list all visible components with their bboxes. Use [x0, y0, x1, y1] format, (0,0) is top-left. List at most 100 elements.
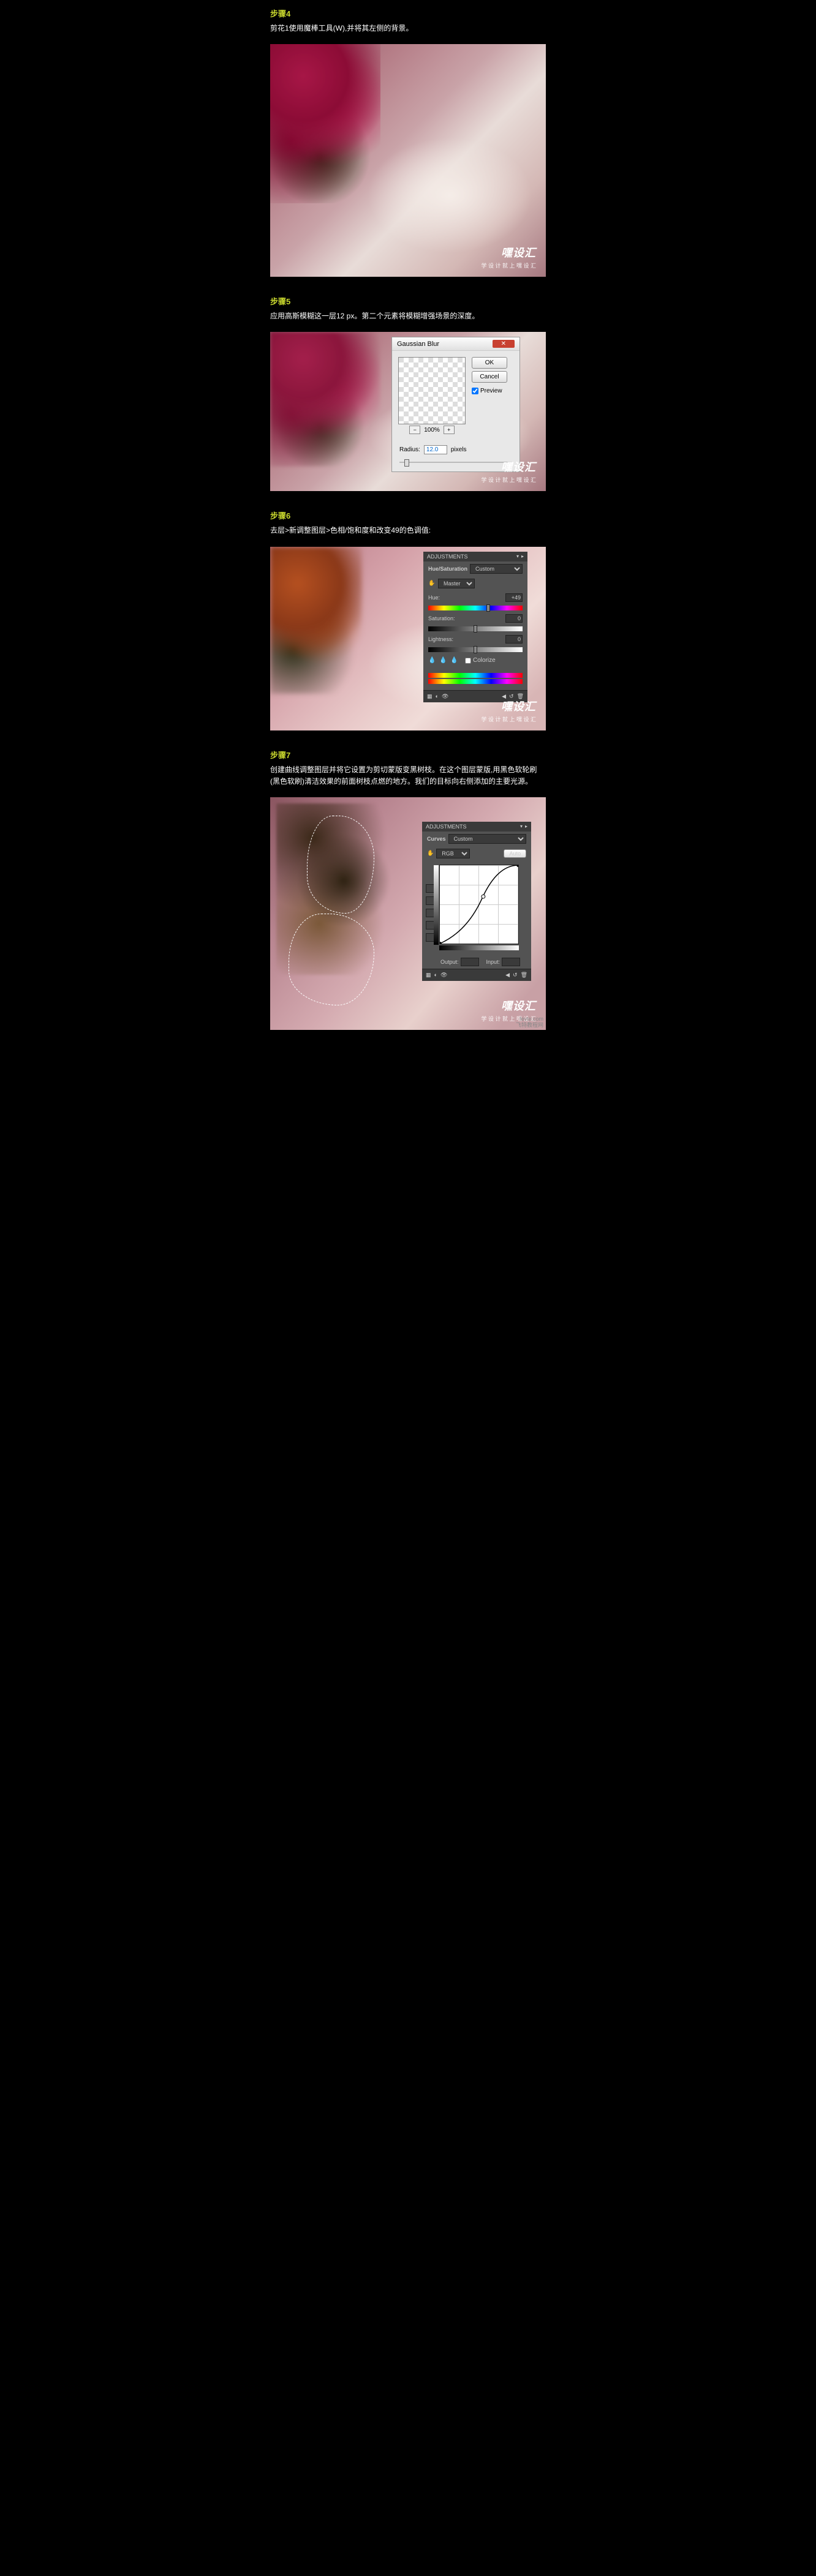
- preview-checker: [398, 357, 466, 424]
- colorize-checkbox[interactable]: Colorize: [465, 657, 496, 664]
- dialog-title-text: Gaussian Blur: [397, 340, 439, 348]
- watermark-logo: 嘿设汇: [481, 244, 536, 260]
- step5-image: Gaussian Blur ✕ − 100% + OK Cancel: [270, 332, 546, 491]
- output-field: Output:: [440, 958, 479, 966]
- step-5: 步骤5 应用高斯模糊这一层12 px。第二个元素将模糊增强场景的深度。: [255, 288, 561, 327]
- preview-check-input[interactable]: [472, 388, 478, 394]
- step4-title: 步骤4: [270, 7, 546, 19]
- eyedrop-gray-icon[interactable]: [426, 921, 434, 929]
- footer-right-icons: ◀ ↺ 🗑: [505, 972, 527, 978]
- footer-left-icons: ▦ ◐ 👁: [426, 972, 447, 978]
- zoom-out-button[interactable]: −: [409, 426, 420, 434]
- flowers-blurred: [270, 332, 380, 467]
- sat-thumb[interactable]: [474, 625, 477, 633]
- cancel-button[interactable]: Cancel: [472, 371, 507, 383]
- step-7: 步骤7 创建曲线调整图层并将它设置为剪切蒙版变黑树枝。在这个图层蒙版,用黑色软轮…: [255, 742, 561, 792]
- slider-thumb[interactable]: [404, 459, 409, 467]
- light-value[interactable]: [505, 635, 523, 644]
- panel-title: ADJUSTMENTS: [426, 824, 467, 830]
- step7-desc: 创建曲线调整图层并将它设置为剪切蒙版变黑树枝。在这个图层蒙版,用黑色软轮刷(黑色…: [270, 764, 546, 787]
- panel-header-icons: ▾ ▸: [520, 824, 527, 829]
- light-thumb[interactable]: [474, 646, 477, 653]
- flowers-foreground: [270, 44, 380, 203]
- eyedropper-sub-icon[interactable]: 💧: [450, 657, 458, 664]
- sat-slider[interactable]: [428, 626, 523, 631]
- curve-path: [440, 865, 518, 944]
- step6-desc: 去层>新调整图层>色相/饱和度和改变49的色调值:: [270, 525, 546, 536]
- mode-row: Hue/Saturation Custom: [423, 561, 527, 576]
- preview-area: − 100% +: [398, 357, 466, 435]
- layer-icon[interactable]: ▦: [426, 972, 431, 978]
- hue-value[interactable]: [505, 593, 523, 602]
- preview-label: Preview: [480, 388, 502, 394]
- channel-row: ✋ RGB Auto: [422, 846, 531, 861]
- layer-icon[interactable]: ▦: [427, 693, 433, 700]
- trash-icon[interactable]: 🗑: [521, 972, 527, 978]
- step-4: 步骤4 剪花1使用魔棒工具(W),并将其左侧的背景。: [255, 0, 561, 39]
- eyedropper-row: 💧 💧 💧 Colorize: [423, 653, 527, 668]
- panel-collapse-icon[interactable]: ▸: [525, 824, 527, 829]
- step6-title: 步骤6: [270, 509, 546, 521]
- watermark: 嘿设汇 学 设 计 就 上 嘿 设 汇: [481, 459, 536, 484]
- output-label: Output:: [440, 959, 459, 965]
- eye-icon[interactable]: 👁: [442, 693, 448, 700]
- eyedrop-white-icon[interactable]: [426, 933, 434, 942]
- eyedropper-add-icon[interactable]: 💧: [439, 657, 447, 664]
- step4-image: 嘿设汇 学 设 计 就 上 嘿 设 汇: [270, 44, 546, 277]
- mode-row: Curves Custom: [422, 832, 531, 846]
- curve-point-icon[interactable]: [426, 884, 434, 893]
- radius-label: Radius:: [399, 446, 420, 453]
- eyedropper-icon[interactable]: 💧: [428, 657, 436, 664]
- step7-title: 步骤7: [270, 749, 546, 760]
- clip-icon[interactable]: ◐: [436, 693, 439, 700]
- eyedrop-black-icon[interactable]: [426, 909, 434, 917]
- reset-icon[interactable]: ↺: [513, 972, 518, 978]
- watermark: 嘿设汇 学 设 计 就 上 嘿 设 汇: [481, 244, 536, 269]
- selection-marquee-1: [307, 816, 374, 914]
- zoom-in-button[interactable]: +: [444, 426, 455, 434]
- panel-menu-icon[interactable]: ▾: [520, 824, 523, 829]
- clip-icon[interactable]: ◐: [434, 972, 437, 978]
- hand-icon[interactable]: ✋: [428, 580, 436, 587]
- hue-label: Hue:: [428, 595, 458, 601]
- radius-unit: pixels: [451, 446, 467, 453]
- dialog-body: − 100% + OK Cancel Preview: [392, 351, 519, 441]
- watermark-tagline: 学 设 计 就 上 嘿 设 汇: [481, 715, 536, 723]
- sat-value[interactable]: [505, 614, 523, 623]
- watermark-tagline: 学 设 计 就 上 嘿 设 汇: [481, 476, 536, 484]
- step5-desc: 应用高斯模糊这一层12 px。第二个元素将模糊增强场景的深度。: [270, 310, 546, 322]
- colorize-input[interactable]: [465, 658, 471, 664]
- panel-collapse-icon[interactable]: ▸: [521, 554, 524, 559]
- ok-button[interactable]: OK: [472, 357, 507, 369]
- input-input[interactable]: [502, 958, 520, 966]
- eye-icon[interactable]: 👁: [440, 972, 447, 978]
- site-watermark: fevte.com 飞特教程网: [516, 1016, 543, 1029]
- channel-select[interactable]: Master: [438, 579, 475, 588]
- hand-icon[interactable]: ✋: [427, 850, 434, 857]
- channel-select[interactable]: RGB: [436, 849, 470, 858]
- curves-tools: [426, 884, 434, 942]
- close-icon[interactable]: ✕: [493, 340, 515, 348]
- preset-select[interactable]: Custom: [470, 564, 523, 574]
- hue-thumb[interactable]: [486, 604, 490, 612]
- step-6: 步骤6 去层>新调整图层>色相/饱和度和改变49的色调值:: [255, 502, 561, 541]
- panel-menu-icon[interactable]: ▾: [516, 554, 519, 559]
- preview-checkbox[interactable]: Preview: [472, 388, 507, 394]
- channel-row: ✋ Master: [423, 576, 527, 591]
- colorize-label: Colorize: [473, 657, 496, 664]
- radius-input[interactable]: [424, 445, 447, 454]
- curves-grid[interactable]: [439, 865, 519, 944]
- step6-image: ADJUSTMENTS ▾ ▸ Hue/Saturation Custom ✋ …: [270, 547, 546, 730]
- prev-icon[interactable]: ◀: [505, 972, 510, 978]
- light-slider[interactable]: [428, 647, 523, 652]
- radius-row: Radius: pixels: [392, 441, 519, 458]
- auto-button[interactable]: Auto: [504, 849, 526, 858]
- light-row: Lightness:: [423, 633, 527, 646]
- input-field: Input:: [486, 958, 521, 966]
- curve-draw-icon[interactable]: [426, 896, 434, 905]
- dialog-buttons: OK Cancel Preview: [472, 357, 507, 435]
- output-input[interactable]: [461, 958, 479, 966]
- preset-select[interactable]: Custom: [448, 834, 526, 844]
- hue-slider[interactable]: [428, 606, 523, 610]
- blurred-background: 嘿设汇 学 设 计 就 上 嘿 设 汇: [270, 44, 546, 277]
